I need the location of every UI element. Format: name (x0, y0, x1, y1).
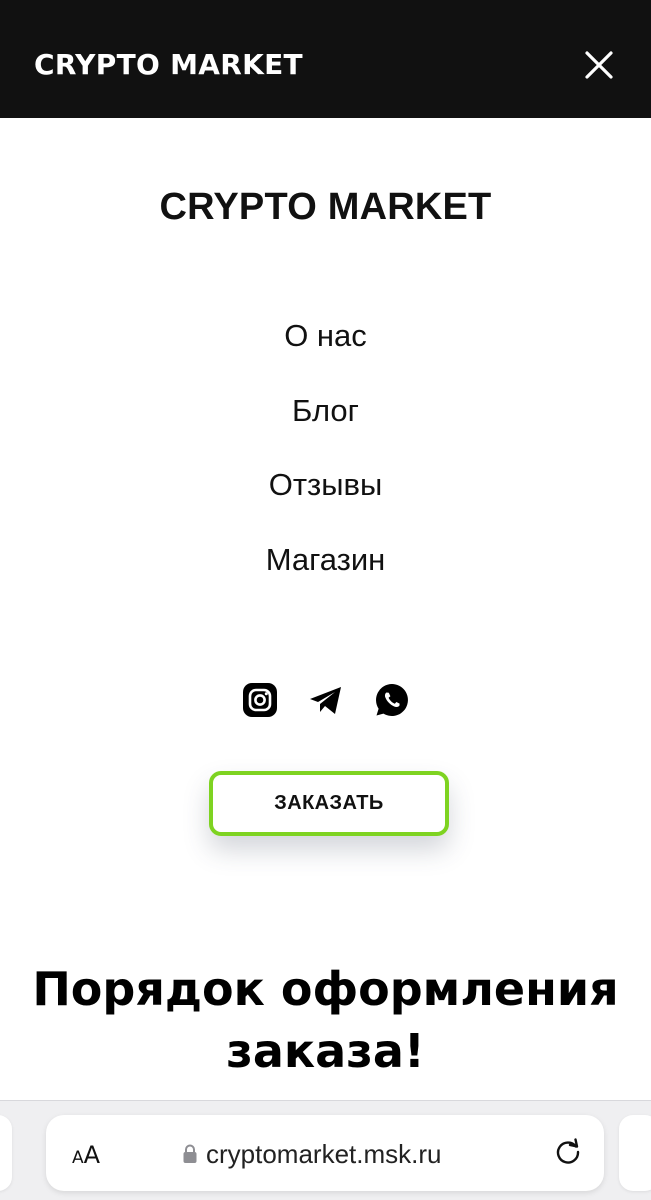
text-size-button[interactable]: AA (72, 1141, 100, 1169)
close-icon (585, 51, 613, 79)
header-title: CRYPTO MARKET (34, 48, 303, 81)
url-display[interactable]: cryptomarket.msk.ru (182, 1137, 442, 1171)
order-button[interactable]: ЗАКАЗАТЬ (209, 771, 449, 836)
menu-item-reviews[interactable]: Отзывы (0, 463, 651, 538)
menu-brand-title: CRYPTO MARKET (159, 186, 492, 228)
section-headline: Порядок оформления заказа! (0, 958, 651, 1082)
telegram-icon[interactable] (308, 682, 344, 718)
reload-icon (556, 1138, 580, 1164)
menu-item-about[interactable]: О нас (0, 314, 651, 389)
reload-button[interactable] (551, 1135, 585, 1169)
whatsapp-icon[interactable] (374, 682, 410, 718)
menu-item-shop[interactable]: Магазин (0, 538, 651, 613)
next-tab-card[interactable] (619, 1115, 651, 1191)
headline-line-2: заказа! (226, 1024, 425, 1078)
menu-item-blog[interactable]: Блог (0, 389, 651, 464)
page: CRYPTO MARKET CRYPTO MARKET О нас Блог О… (0, 0, 651, 1200)
text-size-large-glyph: A (83, 1141, 101, 1169)
social-links (0, 682, 651, 718)
previous-tab-card[interactable] (0, 1115, 12, 1191)
close-menu-button[interactable] (580, 46, 618, 84)
address-bar[interactable]: AA cryptomarket.msk.ru (46, 1115, 604, 1191)
browser-toolbar: AA cryptomarket.msk.ru (0, 1100, 651, 1200)
menu-list: О нас Блог Отзывы Магазин (0, 314, 651, 612)
lock-icon (183, 1144, 197, 1163)
headline-line-1: Порядок оформления (32, 962, 619, 1016)
text-size-small-glyph: A (72, 1148, 84, 1168)
url-text: cryptomarket.msk.ru (206, 1138, 442, 1169)
top-header: CRYPTO MARKET (0, 0, 651, 118)
instagram-icon[interactable] (242, 682, 278, 718)
